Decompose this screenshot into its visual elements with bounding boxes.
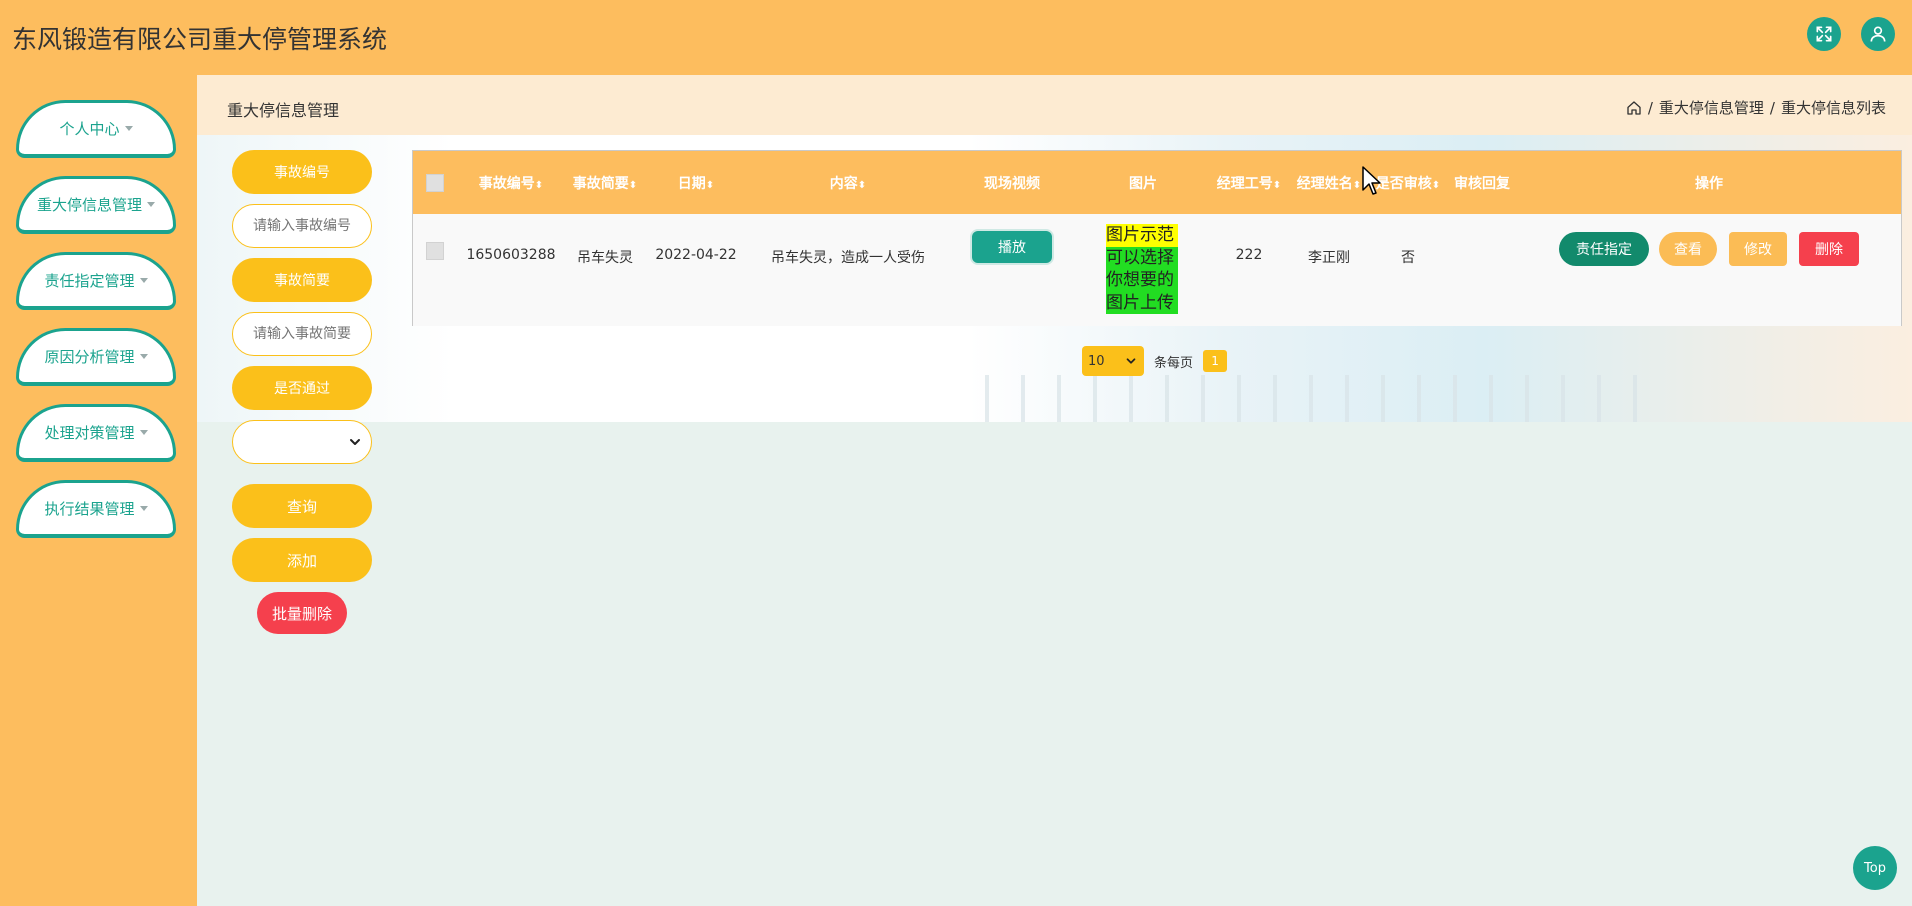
image-text-line: 你想要的 [1106, 269, 1178, 292]
caret-down-icon [139, 278, 148, 283]
image-text-line: 图片上传 [1106, 291, 1178, 314]
table-header: 事故编号⬍ 事故简要⬍ 日期⬍ 内容⬍ 现场视频 图片 经理工号⬍ 经理姓名⬍ … [413, 151, 1901, 214]
row-checkbox[interactable] [426, 242, 444, 260]
cell-manager-no: 222 [1235, 247, 1263, 263]
assign-responsibility-button[interactable]: 责任指定 [1559, 232, 1649, 266]
cell-brief: 吊车失灵 [577, 250, 633, 266]
column-header-review-reply: 审核回复 [1454, 176, 1510, 192]
column-header-label: 经理工号 [1216, 176, 1273, 192]
fullscreen-icon [1816, 26, 1832, 42]
page-title: 重大停信息管理 [227, 101, 340, 120]
page-size-value: 10 [1088, 353, 1105, 369]
cell-reviewed: 否 [1401, 250, 1415, 266]
caret-down-icon [139, 430, 148, 435]
image-text-line: 可以选择 [1106, 246, 1178, 269]
mouse-cursor-icon [1362, 166, 1381, 195]
view-button[interactable]: 查看 [1659, 232, 1717, 266]
page-number-button[interactable]: 1 [1203, 350, 1228, 372]
accident-brief-label: 事故简要 [232, 258, 372, 302]
accident-image[interactable]: 图片示范 可以选择 你想要的 图片上传 [1106, 224, 1178, 319]
column-header-label: 内容 [829, 176, 858, 192]
image-text-line: 图片示范 [1106, 224, 1178, 247]
column-header-label: 事故编号 [478, 176, 535, 192]
sidebar-item-label: 执行结果管理 [44, 500, 135, 518]
data-table: 事故编号⬍ 事故简要⬍ 日期⬍ 内容⬍ 现场视频 图片 经理工号⬍ 经理姓名⬍ … [412, 150, 1902, 326]
query-button[interactable]: 查询 [232, 484, 372, 528]
accident-no-input[interactable] [232, 204, 372, 248]
page-size-select[interactable]: 10 [1082, 346, 1144, 376]
accident-no-label: 事故编号 [232, 150, 372, 194]
pagination: 10 条每页 1 [1082, 346, 1228, 376]
sidebar-item-label: 原因分析管理 [44, 348, 135, 366]
sidebar-item-execution-result[interactable]: 执行结果管理 [16, 480, 176, 538]
sort-icon: ⬍ [857, 180, 867, 191]
top-header: 东风锻造有限公司重大停管理系统 [0, 0, 1912, 75]
column-header-manager-no[interactable]: 经理工号⬍ [1217, 173, 1281, 193]
delete-button[interactable]: 删除 [1799, 232, 1859, 266]
play-video-button[interactable]: 播放 [972, 231, 1052, 263]
app-title: 东风锻造有限公司重大停管理系统 [12, 25, 388, 54]
edit-button[interactable]: 修改 [1729, 232, 1787, 266]
column-header-reviewed[interactable]: 是否审核⬍ [1376, 173, 1440, 193]
sidebar-item-countermeasure[interactable]: 处理对策管理 [16, 404, 176, 462]
breadcrumb-bar: 重大停信息管理 / 重大停信息管理 / 重大停信息列表 [197, 75, 1912, 135]
fullscreen-button[interactable] [1807, 17, 1841, 51]
caret-down-icon [124, 126, 133, 131]
sidebar-item-personal-center[interactable]: 个人中心 [16, 100, 176, 158]
column-header-label: 经理姓名 [1296, 176, 1353, 192]
sort-icon: ⬍ [534, 180, 544, 191]
chevron-down-icon [350, 439, 360, 445]
cell-content: 吊车失灵，造成一人受伤 [771, 250, 925, 266]
sidebar-item-label: 个人中心 [59, 120, 120, 138]
sort-icon: ⬍ [1272, 180, 1282, 191]
column-header-brief[interactable]: 事故简要⬍ [573, 173, 637, 193]
sort-icon: ⬍ [1352, 180, 1362, 191]
home-icon[interactable] [1626, 100, 1642, 116]
sort-icon: ⬍ [1431, 180, 1441, 191]
caret-down-icon [139, 506, 148, 511]
user-icon [1870, 26, 1886, 42]
breadcrumb-item: 重大停信息列表 [1780, 99, 1886, 117]
column-header-label: 事故简要 [572, 176, 629, 192]
sidebar-item-stoppage-info[interactable]: 重大停信息管理 [16, 176, 176, 234]
user-button[interactable] [1861, 17, 1895, 51]
breadcrumb: / 重大停信息管理 / 重大停信息列表 [1626, 97, 1886, 118]
breadcrumb-separator: / [1647, 98, 1653, 117]
cell-accident-no: 1650603288 [466, 247, 556, 263]
cell-manager-name: 李正刚 [1308, 250, 1350, 266]
column-header-image: 图片 [1129, 176, 1157, 192]
column-header-manager-name[interactable]: 经理姓名⬍ [1297, 173, 1361, 193]
sidebar-item-label: 重大停信息管理 [36, 196, 142, 214]
accident-brief-input[interactable] [232, 312, 372, 356]
column-header-label: 日期 [677, 176, 706, 192]
sidebar-item-label: 责任指定管理 [44, 272, 135, 290]
column-header-content[interactable]: 内容⬍ [830, 173, 866, 193]
caret-down-icon [147, 202, 155, 207]
column-header-accident-no[interactable]: 事故编号⬍ [479, 173, 543, 193]
select-all-checkbox[interactable] [426, 174, 444, 192]
breadcrumb-item[interactable]: 重大停信息管理 [1659, 97, 1764, 118]
sort-icon: ⬍ [705, 180, 715, 191]
column-header-video: 现场视频 [984, 176, 1040, 192]
column-header-actions: 操作 [1695, 176, 1723, 192]
sidebar-item-cause-analysis[interactable]: 原因分析管理 [16, 328, 176, 386]
background-decoration [985, 375, 1640, 422]
chevron-down-icon [1126, 358, 1136, 364]
sidebar: 个人中心 重大停信息管理 责任指定管理 原因分析管理 处理对策管理 执行结果管理 [0, 75, 197, 906]
caret-down-icon [139, 354, 148, 359]
per-page-label: 条每页 [1154, 355, 1194, 371]
column-header-label: 是否审核 [1375, 176, 1432, 192]
sidebar-item-responsibility[interactable]: 责任指定管理 [16, 252, 176, 310]
add-button[interactable]: 添加 [232, 538, 372, 582]
back-to-top-button[interactable]: Top [1853, 846, 1897, 890]
sort-icon: ⬍ [628, 180, 638, 191]
column-header-date[interactable]: 日期⬍ [678, 173, 714, 193]
table-row: 1650603288 吊车失灵 2022-04-22 吊车失灵，造成一人受伤 播… [413, 214, 1901, 326]
pass-select[interactable] [232, 420, 372, 464]
pass-label: 是否通过 [232, 366, 372, 410]
cell-date: 2022-04-22 [655, 247, 737, 263]
breadcrumb-separator: / [1769, 98, 1775, 117]
sidebar-item-label: 处理对策管理 [44, 424, 135, 442]
batch-delete-button[interactable]: 批量删除 [257, 592, 347, 634]
